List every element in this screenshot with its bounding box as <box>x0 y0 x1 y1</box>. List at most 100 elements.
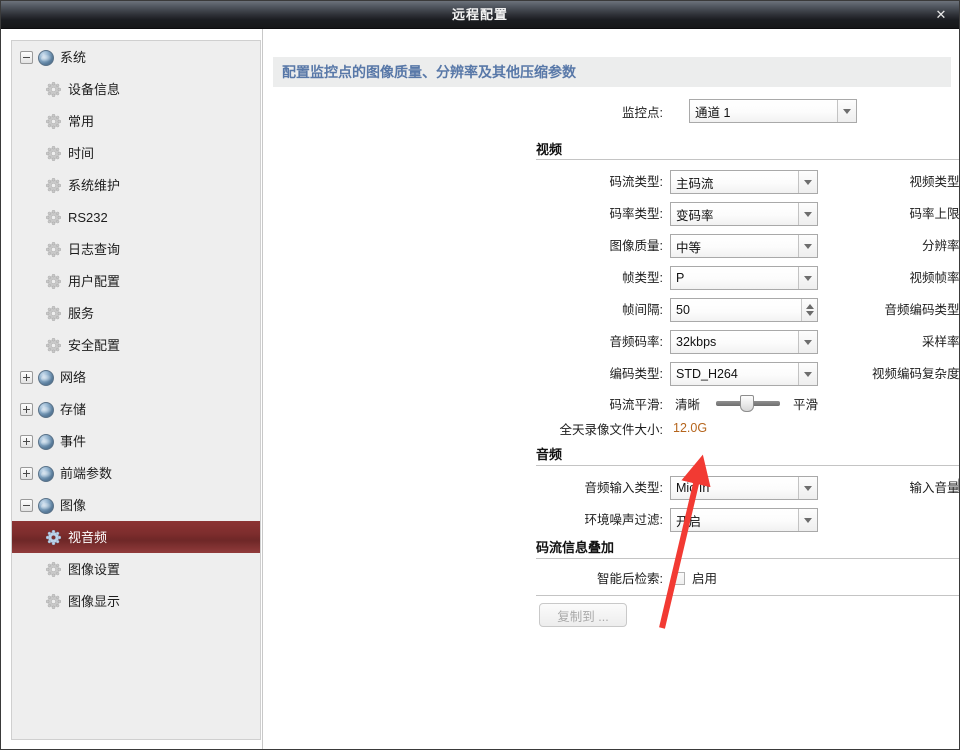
section-divider-video <box>536 159 959 160</box>
smoothness-label: 码流平滑: <box>609 398 663 412</box>
navigation-tree[interactable]: 系统设备信息 常用 时间系统维护 RS232 日志查询用户配置服务安全配置 网络 存储事件前… <box>11 40 261 740</box>
sidebar-item-11[interactable]: 存储 <box>12 393 260 425</box>
chevron-down-icon <box>798 363 817 385</box>
sidebar-item-label: 系统 <box>60 49 87 65</box>
sidebar-item-15[interactable]: 视音频 <box>12 521 260 553</box>
sidebar-item-12[interactable]: 事件 <box>12 425 260 457</box>
section-title-video: 视频 <box>536 142 563 157</box>
slider-handle[interactable] <box>740 395 754 412</box>
chevron-down-icon <box>798 477 817 499</box>
sidebar-item-9[interactable]: 安全配置 <box>12 329 260 361</box>
sidebar-item-13[interactable]: 前端参数 <box>12 457 260 489</box>
gear-icon <box>46 82 61 98</box>
stream-type-select[interactable]: 主码流 <box>670 170 818 194</box>
sidebar-item-6[interactable]: 日志查询 <box>12 233 260 265</box>
encode-complexity-label: 视频编码复杂度: <box>872 367 960 381</box>
remote-config-window: 远程配置 ✕ 系统设备信息 常用 时间系统维护 RS232 日志查询用户配置服务安全配置… <box>0 0 960 750</box>
audio-input-type-select[interactable]: Mic In <box>670 476 818 500</box>
stepper-up-icon[interactable] <box>805 304 814 309</box>
sample-rate-label: 采样率: <box>922 335 960 349</box>
collapse-icon[interactable] <box>20 499 33 513</box>
frame-interval-label: 帧间隔: <box>622 303 663 317</box>
sidebar-item-label: 前端参数 <box>60 465 113 481</box>
bitrate-type-select[interactable]: 变码率 <box>670 202 818 226</box>
sidebar-item-1[interactable]: 设备信息 <box>12 73 260 105</box>
smart-search-checkbox-label: 启用 <box>692 572 718 586</box>
sidebar-item-10[interactable]: 网络 <box>12 361 260 393</box>
sidebar-item-0[interactable]: 系统 <box>12 41 260 73</box>
encode-type-label: 编码类型: <box>609 367 663 381</box>
chevron-down-icon <box>798 171 817 193</box>
chevron-down-icon <box>837 100 856 122</box>
gear-icon <box>46 338 61 354</box>
file-size-label: 全天录像文件大小: <box>559 423 663 437</box>
audio-input-type-value: Mic In <box>676 481 710 495</box>
globe-icon <box>38 369 54 386</box>
sidebar-item-label: RS232 <box>68 209 108 225</box>
globe-icon <box>38 497 54 514</box>
section-divider-overlay <box>536 558 959 559</box>
channel-select-value: 通道 1 <box>695 105 731 120</box>
bitrate-type-value: 变码率 <box>676 208 714 223</box>
sidebar-item-16[interactable]: 图像设置 <box>12 553 260 585</box>
sidebar-item-label: 图像设置 <box>68 561 121 577</box>
sidebar-item-7[interactable]: 用户配置 <box>12 265 260 297</box>
frame-interval-stepper[interactable]: 50 <box>670 298 818 322</box>
sidebar-item-17[interactable]: 图像显示 <box>12 585 260 617</box>
sidebar-item-5[interactable]: RS232 <box>12 201 260 233</box>
smart-search-label: 智能后检索: <box>597 572 663 586</box>
audio-encode-type-label: 音频编码类型: <box>884 303 960 317</box>
sidebar-item-label: 图像 <box>60 497 87 513</box>
smart-search-checkbox[interactable] <box>672 572 685 585</box>
stream-type-value: 主码流 <box>676 176 714 191</box>
expand-icon[interactable] <box>20 467 33 481</box>
sidebar-item-8[interactable]: 服务 <box>12 297 260 329</box>
gear-icon <box>46 146 61 162</box>
title-bar: 远程配置 ✕ <box>1 1 959 29</box>
channel-select[interactable]: 通道 1 <box>689 99 857 123</box>
sidebar-item-label: 事件 <box>60 433 87 449</box>
section-title-audio: 音频 <box>536 447 563 462</box>
sidebar-item-label: 系统维护 <box>68 177 121 193</box>
expand-icon[interactable] <box>20 403 33 417</box>
resolution-label: 分辨率: <box>922 239 960 253</box>
sidebar-item-label: 日志查询 <box>68 241 121 257</box>
sidebar-item-label: 服务 <box>68 305 95 321</box>
gear-icon <box>46 242 61 258</box>
main-panel: 配置监控点的图像质量、分辨率及其他压缩参数 监控点: 通道 1 视频 码流类型:… <box>262 29 959 749</box>
gear-icon <box>46 594 61 610</box>
smoothness-slider[interactable] <box>716 395 780 412</box>
page-title: 配置监控点的图像质量、分辨率及其他压缩参数 <box>273 57 951 87</box>
image-quality-select[interactable]: 中等 <box>670 234 818 258</box>
row-channel: 监控点: 通道 1 <box>263 99 959 129</box>
globe-icon <box>38 433 54 450</box>
close-icon[interactable]: ✕ <box>931 5 951 25</box>
expand-icon[interactable] <box>20 371 33 385</box>
frame-interval-value: 50 <box>676 303 690 317</box>
noise-filter-label: 环境噪声过滤: <box>584 513 663 527</box>
expand-icon[interactable] <box>20 435 33 449</box>
sidebar-item-14[interactable]: 图像 <box>12 489 260 521</box>
chevron-down-icon <box>798 509 817 531</box>
stepper-arrows[interactable] <box>801 299 817 321</box>
chevron-down-icon <box>798 331 817 353</box>
noise-filter-select[interactable]: 开启 <box>670 508 818 532</box>
copy-to-button[interactable]: 复制到 ... <box>539 603 627 627</box>
encode-type-select[interactable]: STD_H264 <box>670 362 818 386</box>
config-form: 监控点: 通道 1 视频 码流类型: 主码流 码率类型: 变码率 图像质量: 中… <box>263 99 959 627</box>
sidebar-item-label: 图像显示 <box>68 593 121 609</box>
stepper-down-icon[interactable] <box>805 311 814 316</box>
video-type-label: 视频类型: <box>909 175 960 189</box>
audio-bitrate-select[interactable]: 32kbps <box>670 330 818 354</box>
encode-type-value: STD_H264 <box>676 367 738 381</box>
gear-icon <box>46 210 61 226</box>
sidebar-item-3[interactable]: 时间 <box>12 137 260 169</box>
section-divider-audio <box>536 465 959 466</box>
sidebar-item-4[interactable]: 系统维护 <box>12 169 260 201</box>
globe-icon <box>38 49 54 66</box>
gear-icon <box>46 274 61 290</box>
sidebar-item-2[interactable]: 常用 <box>12 105 260 137</box>
collapse-icon[interactable] <box>20 51 33 65</box>
gear-icon <box>46 114 61 130</box>
frame-type-select[interactable]: P <box>670 266 818 290</box>
